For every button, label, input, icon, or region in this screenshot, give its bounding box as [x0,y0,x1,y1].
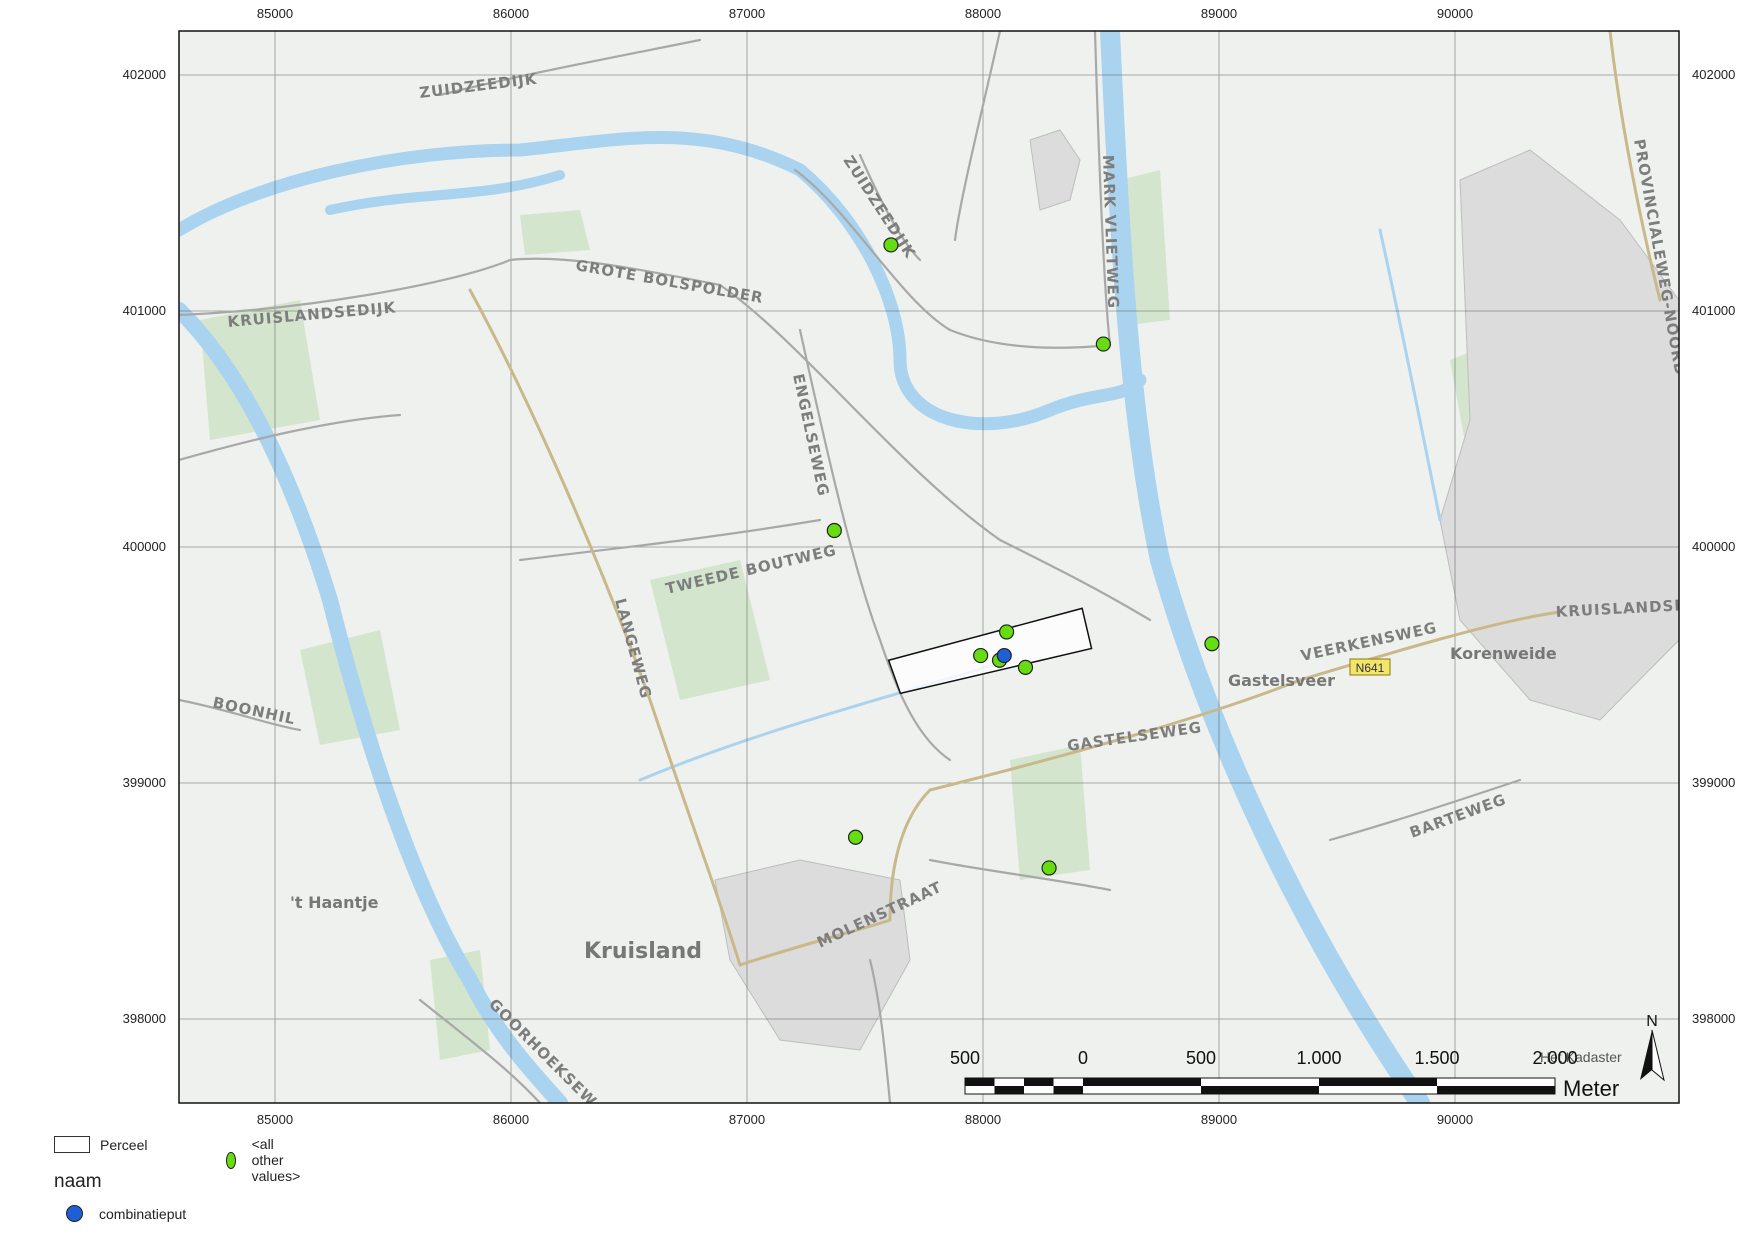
scale-bar-label-2: 500 [1186,1048,1216,1068]
road-shield-label: N641 [1356,661,1385,675]
y-tick-label-right-4: 398000 [1692,1011,1735,1026]
scale-bar-segment-2 [1319,1078,1437,1086]
place-label-kruisland: Kruisland [584,939,702,964]
point-combinatieput-0 [996,647,1012,664]
y-tick-label-left-0: 402000 [123,67,166,82]
x-tick-label-top-2: 87000 [729,6,765,21]
north-arrow-label: N [1646,1013,1658,1030]
map-figure: ZUIDZEEDIJK ZUIDZEEDIJK KRUISLANDSEDIJK … [123,6,1736,1127]
scale-bar-segment-3 [1437,1086,1555,1094]
x-tick-label-bottom-2: 87000 [729,1112,765,1127]
scale-bar-label-3: 1.000 [1296,1048,1341,1068]
x-tick-label-top-4: 89000 [1201,6,1237,21]
scale-bar-subsegment-2 [1024,1078,1054,1086]
point-other-values-8 [847,829,864,845]
place-label-gastelsveer: Gastelsveer [1228,671,1335,690]
y-tick-label-left-1: 401000 [123,303,166,318]
combinatieput-swatch [66,1205,83,1222]
scale-bar-label-4: 1.500 [1414,1048,1459,1068]
x-tick-label-bottom-1: 86000 [493,1112,529,1127]
scale-bar-subsegment-1 [994,1086,1024,1094]
basemap: ZUIDZEEDIJK ZUIDZEEDIJK KRUISLANDSEDIJK … [179,31,1679,1103]
perceel-swatch [54,1136,90,1153]
y-tick-label-right-1: 401000 [1692,303,1735,318]
point-other-values-1 [1095,336,1111,352]
point-other-values-4 [973,647,989,664]
y-tick-label-left-2: 400000 [123,539,166,554]
x-tick-label-top-1: 86000 [493,6,529,21]
point-other-values-7 [1204,636,1220,652]
scale-bar-subsegment-3 [1053,1086,1083,1094]
y-tick-label-right-2: 400000 [1692,539,1735,554]
scale-bar-unit: Meter [1563,1076,1619,1101]
y-tick-label-left-4: 398000 [123,1011,166,1026]
x-tick-label-top-0: 85000 [257,6,293,21]
x-tick-label-bottom-4: 89000 [1201,1112,1237,1127]
legend-item-perceel: Perceel [54,1136,147,1153]
legend-item-combinatieput: combinatieput [66,1205,186,1222]
place-label-t-haantje: 't Haantje [290,893,379,912]
point-other-values-9 [1041,860,1057,876]
legend-item-other-values: <all other values> [226,1136,308,1184]
x-tick-label-top-3: 88000 [965,6,1001,21]
y-tick-label-right-0: 402000 [1692,67,1735,82]
point-other-values-2 [826,522,842,539]
place-label-korenweide: Korenweide [1450,644,1557,663]
scale-bar-subsegment-0 [965,1078,995,1086]
x-tick-label-bottom-3: 88000 [965,1112,1001,1127]
point-other-values-0 [883,237,899,253]
point-other-values-3 [998,624,1015,640]
y-tick-label-right-3: 399000 [1692,775,1735,790]
legend-label-perceel: Perceel [100,1136,148,1153]
legend-label-other-values: <all other values> [251,1136,301,1184]
other-values-swatch [226,1151,236,1169]
scale-bar-label-5: 2.000 [1532,1048,1577,1068]
y-tick-label-left-3: 399000 [123,775,166,790]
point-other-values-6 [1017,659,1034,675]
legend-label-combinatieput: combinatieput [99,1205,187,1222]
scale-bar-label-0: 500 [950,1048,980,1068]
scale-bar-segment-1 [1201,1086,1319,1094]
x-tick-label-bottom-5: 90000 [1437,1112,1473,1127]
x-tick-label-top-5: 90000 [1437,6,1473,21]
scale-bar-label-1: 0 [1078,1048,1088,1068]
scale-bar-segment-0 [1083,1078,1201,1086]
x-tick-label-bottom-0: 85000 [257,1112,293,1127]
legend-title-naam: naam [54,1171,102,1192]
